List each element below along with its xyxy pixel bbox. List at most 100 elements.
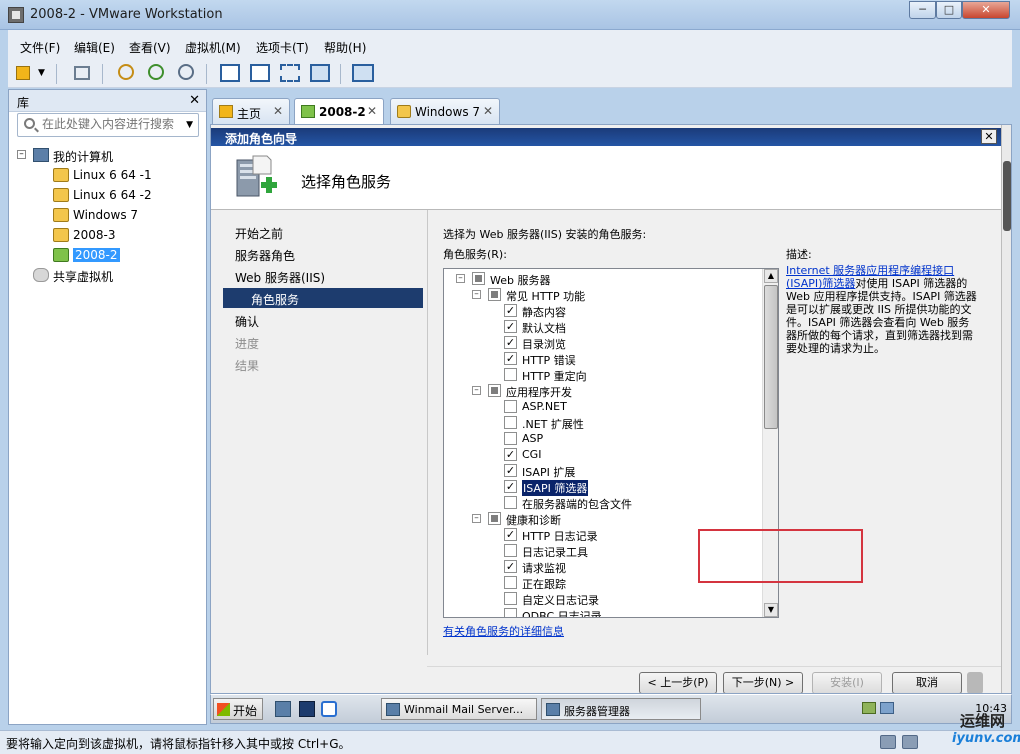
role-service-checkbox[interactable] [504,432,517,445]
tree-item-my-computer[interactable]: – 我的计算机 [17,146,197,166]
role-service-checkbox[interactable] [504,368,517,381]
role-service-label: 请求监视 [522,562,566,575]
tab-windows-7[interactable]: Windows 7 ✕ [390,98,500,124]
collapse-icon[interactable]: – [472,514,481,523]
menu-file[interactable]: 文件(F) [20,39,60,56]
role-service-checkbox[interactable] [504,496,517,509]
collapse-icon[interactable]: – [456,274,465,283]
power-pause-icon[interactable] [16,66,30,80]
task-winmail[interactable]: Winmail Mail Server... [381,698,537,720]
role-service-checkbox[interactable] [488,384,501,397]
keyboard-icon[interactable] [967,672,983,693]
library-search-input[interactable] [42,117,182,131]
role-service-checkbox[interactable] [504,592,517,605]
tree-label: Windows 7 [73,208,139,222]
role-service-checkbox[interactable] [504,608,517,617]
console-view-icon[interactable] [352,64,374,82]
full-screen-icon[interactable] [280,64,300,82]
window-title: 2008-2 - VMware Workstation [30,7,223,22]
tab-close-icon[interactable]: ✕ [483,104,493,118]
menu-tabs[interactable]: 选项卡(T) [256,39,309,56]
library-search[interactable]: ▼ [17,113,199,137]
role-service-label: 静态内容 [522,306,566,319]
menu-help[interactable]: 帮助(H) [324,39,366,56]
server-manager-quicklaunch-icon[interactable] [275,701,291,717]
unity-icon[interactable] [310,64,330,82]
tray-network-icon[interactable] [862,702,876,714]
tree-item-vm[interactable]: Windows 7 [17,206,197,226]
install-button: 安装(I) [812,672,882,693]
next-button[interactable]: 下一步(N) > [723,672,803,693]
role-service-checkbox[interactable] [488,512,501,525]
vm-scrollbar[interactable] [1001,125,1011,693]
menu-edit[interactable]: 编辑(E) [74,39,115,56]
step-web-server-iis[interactable]: Web 服务器(IIS) [223,266,423,286]
role-service-checkbox[interactable] [504,544,517,557]
role-service-checkbox[interactable]: ✓ [504,560,517,573]
library-close-icon[interactable]: ✕ [189,93,200,108]
show-library-icon[interactable] [220,64,240,82]
tree-item-vm-selected[interactable]: 2008-2 [17,246,197,266]
start-button[interactable]: 开始 [213,698,263,720]
tab-2008-2[interactable]: 2008-2 ✕ [294,98,384,124]
scroll-up-icon[interactable]: ▲ [764,269,778,283]
role-service-checkbox[interactable]: ✓ [504,304,517,317]
step-confirmation[interactable]: 确认 [223,310,423,330]
role-service-checkbox[interactable]: ✓ [504,448,517,461]
tree-label: Linux 6 64 -2 [73,188,152,202]
collapse-icon[interactable]: – [472,386,481,395]
tree-label: 共享虚拟机 [53,270,114,284]
menu-view[interactable]: 查看(V) [129,39,171,56]
show-thumbnail-icon[interactable] [250,64,270,82]
revert-snapshot-icon[interactable] [148,64,164,80]
task-server-manager[interactable]: 服务器管理器 [541,698,701,720]
role-service-checkbox[interactable] [504,576,517,589]
tray-server-icon[interactable] [880,702,894,714]
tab-close-icon[interactable]: ✕ [273,104,283,118]
role-service-checkbox[interactable]: ✓ [504,336,517,349]
role-service-label: 健康和诊断 [506,514,561,527]
minimize-button[interactable]: ─ [909,1,936,19]
tree-item-vm[interactable]: Linux 6 64 -1 [17,166,197,186]
scroll-down-icon[interactable]: ▼ [764,603,778,617]
wizard-close-button[interactable]: ✕ [981,129,997,144]
device-hdd-icon[interactable] [880,735,896,749]
role-service-checkbox[interactable]: ✓ [504,528,517,541]
role-service-checkbox[interactable] [504,400,517,413]
collapse-icon[interactable]: – [472,290,481,299]
snapshot-manager-icon[interactable] [178,64,194,80]
role-service-label: CGI [522,448,542,461]
scroll-thumb[interactable] [764,285,778,429]
tree-item-shared[interactable]: 共享虚拟机 [17,266,197,286]
role-service-checkbox[interactable]: ✓ [504,480,517,493]
powershell-icon[interactable] [299,701,315,717]
close-button[interactable]: ✕ [962,1,1010,19]
tab-close-icon[interactable]: ✕ [367,104,377,118]
menu-vm[interactable]: 虚拟机(M) [185,39,241,56]
vm-scroll-thumb[interactable] [1003,161,1011,231]
device-network-icon[interactable] [902,735,918,749]
previous-button[interactable]: < 上一步(P) [639,672,717,693]
collapse-icon[interactable]: – [17,150,26,159]
step-server-roles[interactable]: 服务器角色 [223,244,423,264]
role-service-checkbox[interactable]: ✓ [504,464,517,477]
role-service-checkbox[interactable]: ✓ [504,352,517,365]
tab-home[interactable]: 主页 ✕ [212,98,290,124]
vm-display[interactable]: 添加角色向导 ✕ 选择角色服务 开始之前 服务器角色 Web 服务器(IIS) … [210,124,1012,694]
maximize-button[interactable]: □ [936,1,962,19]
power-dropdown-icon[interactable]: ▼ [38,68,58,88]
explorer-icon[interactable] [321,701,337,717]
role-service-checkbox[interactable] [472,272,485,285]
snapshot-icon[interactable] [118,64,134,80]
role-service-checkbox[interactable] [488,288,501,301]
more-info-link[interactable]: 有关角色服务的详细信息 [443,623,564,639]
role-service-checkbox[interactable]: ✓ [504,320,517,333]
cancel-button[interactable]: 取消 [892,672,962,693]
network-icon[interactable] [74,66,90,80]
step-before-you-begin[interactable]: 开始之前 [223,222,423,242]
tree-item-vm[interactable]: Linux 6 64 -2 [17,186,197,206]
search-dropdown-icon[interactable]: ▼ [186,120,193,130]
tree-item-vm[interactable]: 2008-3 [17,226,197,246]
role-service-checkbox[interactable] [504,416,517,429]
step-role-services[interactable]: 角色服务 [223,288,423,308]
